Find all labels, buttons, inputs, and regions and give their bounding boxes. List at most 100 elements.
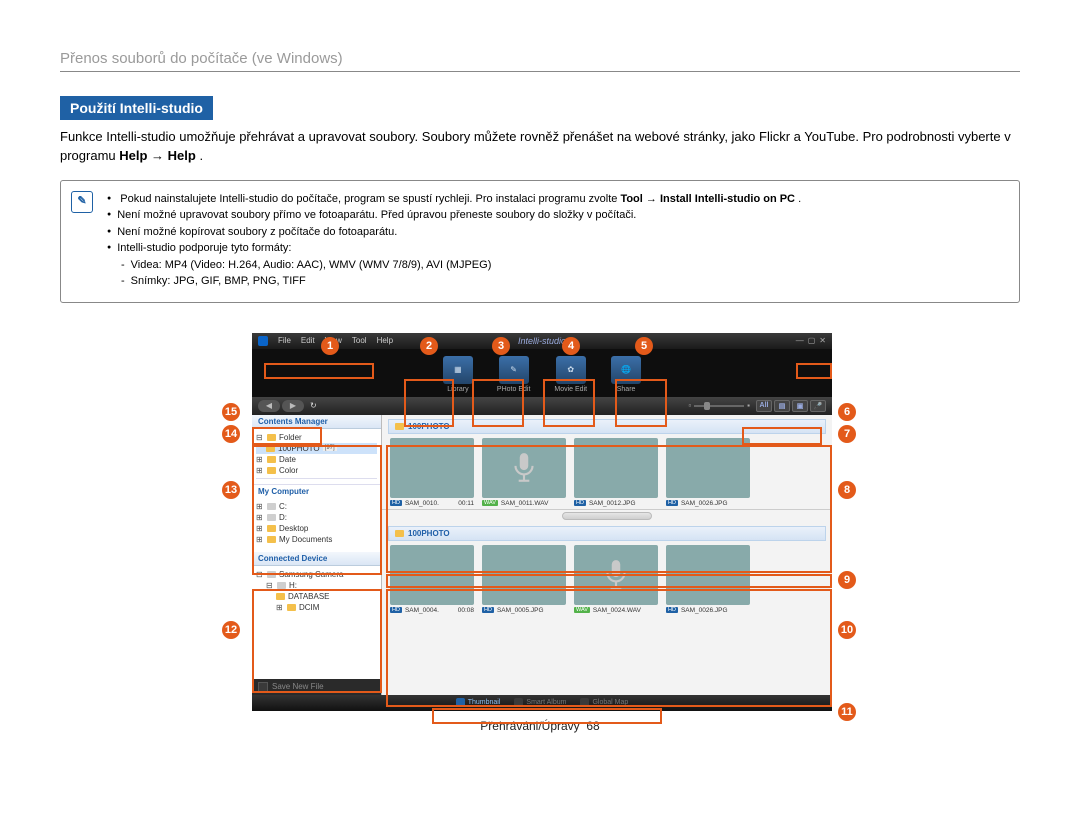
filter-audio-icon[interactable]: 🎤	[810, 400, 826, 412]
tree-database[interactable]: DATABASE	[288, 592, 330, 601]
mycomputer-header[interactable]: My Computer	[252, 484, 381, 498]
grid-header-bot[interactable]: 100PHOTO	[388, 526, 826, 541]
callout-9: 9	[838, 571, 856, 589]
intro-help1: Help	[119, 148, 147, 163]
mode-library[interactable]: ▦ Library	[443, 356, 473, 393]
bottom-thumbnail[interactable]: Thumbnail	[456, 698, 501, 707]
thumbnail[interactable]: HDSAM_0004.00:08	[390, 545, 474, 614]
intro-dot: .	[199, 148, 203, 163]
contents-manager-header[interactable]: Contents Manager	[252, 415, 381, 429]
tree-desktop[interactable]: Desktop	[279, 524, 308, 533]
footer-section: Přehráváni/Úpravy	[480, 719, 579, 733]
thumbnail-caption: HDSAM_0026.JPG	[666, 605, 750, 614]
callout-11: 11	[838, 703, 856, 721]
zoom-out-icon[interactable]: ▫	[688, 401, 691, 410]
filter-photo-icon[interactable]: ▤	[774, 400, 790, 412]
zoom-slider[interactable]: ▫ ▪	[688, 401, 750, 410]
note-icon: ✎	[71, 191, 93, 213]
filter-buttons: All ▤ ▣ 🎤	[756, 400, 826, 412]
nav-forward[interactable]: ▶	[282, 400, 304, 412]
note1-c: .	[798, 193, 801, 205]
menu-tool[interactable]: Tool	[352, 336, 367, 345]
thumbnail-name: SAM_0010.	[405, 500, 439, 507]
thumbnail-duration: 00:08	[458, 607, 474, 614]
nav-back[interactable]: ◀	[258, 400, 280, 412]
camera-icon	[267, 571, 276, 578]
tree-c[interactable]: C:	[279, 502, 287, 511]
tree-samsung[interactable]: Samsung Camera	[279, 570, 343, 579]
section-title: Použití Intelli-studio	[60, 96, 213, 120]
format-badge: HD	[666, 500, 678, 506]
callout-14: 14	[222, 425, 240, 443]
maximize-button[interactable]: ▢	[808, 336, 816, 345]
grid-header-top-label: 100PHOTO	[408, 422, 450, 431]
bottom-globalmap[interactable]: Global Map	[580, 698, 628, 707]
callout-6: 6	[838, 403, 856, 421]
minimize-button[interactable]: —	[796, 336, 804, 345]
format-badge: HD	[666, 607, 678, 613]
menu-edit[interactable]: Edit	[301, 336, 315, 345]
note3: Není možné kopírovat soubory z počítače …	[107, 224, 801, 241]
thumbnail[interactable]: HDSAM_0026.JPG	[666, 545, 750, 614]
thumbnail-image	[666, 545, 750, 605]
close-button[interactable]: ✕	[819, 336, 826, 345]
callout-4: 4	[562, 337, 580, 355]
footer-page: 68	[586, 719, 599, 733]
split-handle[interactable]	[382, 510, 832, 522]
thumbnail[interactable]: WAVSAM_0011.WAV	[482, 438, 566, 507]
menu-help[interactable]: Help	[377, 336, 393, 345]
photoedit-label: PHoto Edit	[497, 386, 530, 393]
thumbnail-caption: HDSAM_0005.JPG	[482, 605, 566, 614]
mode-bar: ▦ Library ✎ PHoto Edit ✿ Movie Edit 🌐 Sh…	[252, 349, 832, 397]
zoom-in-icon[interactable]: ▪	[747, 401, 750, 410]
tree-date[interactable]: Date	[279, 455, 296, 464]
share-label: Share	[617, 386, 636, 393]
titlebar: File Edit View Tool Help Intelli-studio …	[252, 333, 832, 349]
mycomputer-label: My Computer	[258, 487, 309, 496]
thumbs-top: HDSAM_0010.00:11WAVSAM_0011.WAVHDSAM_001…	[388, 438, 826, 507]
mode-photoedit[interactable]: ✎ PHoto Edit	[497, 356, 530, 393]
smart-album-icon	[514, 698, 523, 707]
tree-dcim[interactable]: DCIM	[299, 603, 319, 612]
format-badge: WAV	[482, 500, 498, 506]
thumbnail[interactable]: HDSAM_0005.JPG	[482, 545, 566, 614]
bottombar: Thumbnail Smart Album Global Map	[252, 695, 832, 711]
tree-100photo[interactable]: 100PHOTO	[278, 444, 320, 453]
screenshot-diagram: 1 2 3 4 5 6 7 8 9 10 11 12 13 14 15 File…	[240, 333, 840, 711]
thumbnail-caption: HDSAM_0004.00:08	[390, 605, 474, 614]
page-footer: Přehráváni/Úpravy 68	[60, 719, 1020, 733]
thumbnail[interactable]: HDSAM_0026.JPG	[666, 438, 750, 507]
tree-d[interactable]: D:	[279, 513, 287, 522]
thumbnail-caption: HDSAM_0012.JPG	[574, 498, 658, 507]
menu-file[interactable]: File	[278, 336, 291, 345]
tree-h[interactable]: H:	[289, 581, 297, 590]
thumbs-bot: HDSAM_0004.00:08 HDSAM_0005.JPG WAVSAM_002…	[388, 545, 826, 614]
callout-8: 8	[838, 481, 856, 499]
mode-share[interactable]: 🌐 Share	[611, 356, 641, 393]
globe-icon	[580, 698, 589, 707]
bottom-smart[interactable]: Smart Album	[514, 698, 566, 707]
callout-2: 2	[420, 337, 438, 355]
drive-icon	[267, 514, 276, 521]
library-label: Library	[447, 386, 468, 393]
tree-folder[interactable]: Folder	[279, 433, 302, 442]
filter-all[interactable]: All	[756, 400, 772, 412]
note4a: Videa: MP4 (Video: H.264, Audio: AAC), W…	[107, 257, 801, 274]
mode-movieedit[interactable]: ✿ Movie Edit	[554, 356, 587, 393]
tree-mydocs[interactable]: My Documents	[279, 535, 332, 544]
refresh-icon[interactable]: ↻	[310, 401, 317, 410]
callout-12: 12	[222, 621, 240, 639]
thumbnail[interactable]: WAVSAM_0024.WAV	[574, 545, 658, 614]
note1-a: Pokud nainstalujete Intelli-studio do po…	[120, 193, 620, 205]
bottom-thumbnail-label: Thumbnail	[468, 699, 501, 706]
note-box: ✎ Pokud nainstalujete Intelli-studio do …	[60, 180, 1020, 303]
thumbnail[interactable]: HDSAM_0012.JPG	[574, 438, 658, 507]
callout-13: 13	[222, 481, 240, 499]
save-new-file[interactable]: Save New File	[252, 679, 381, 695]
grid-header-top[interactable]: 100PHOTO	[388, 419, 826, 434]
tree-color[interactable]: Color	[279, 466, 298, 475]
filter-movie-icon[interactable]: ▣	[792, 400, 808, 412]
format-badge: HD	[390, 607, 402, 613]
thumbnail[interactable]: HDSAM_0010.00:11	[390, 438, 474, 507]
connected-device-header[interactable]: Connected Device	[252, 552, 381, 566]
